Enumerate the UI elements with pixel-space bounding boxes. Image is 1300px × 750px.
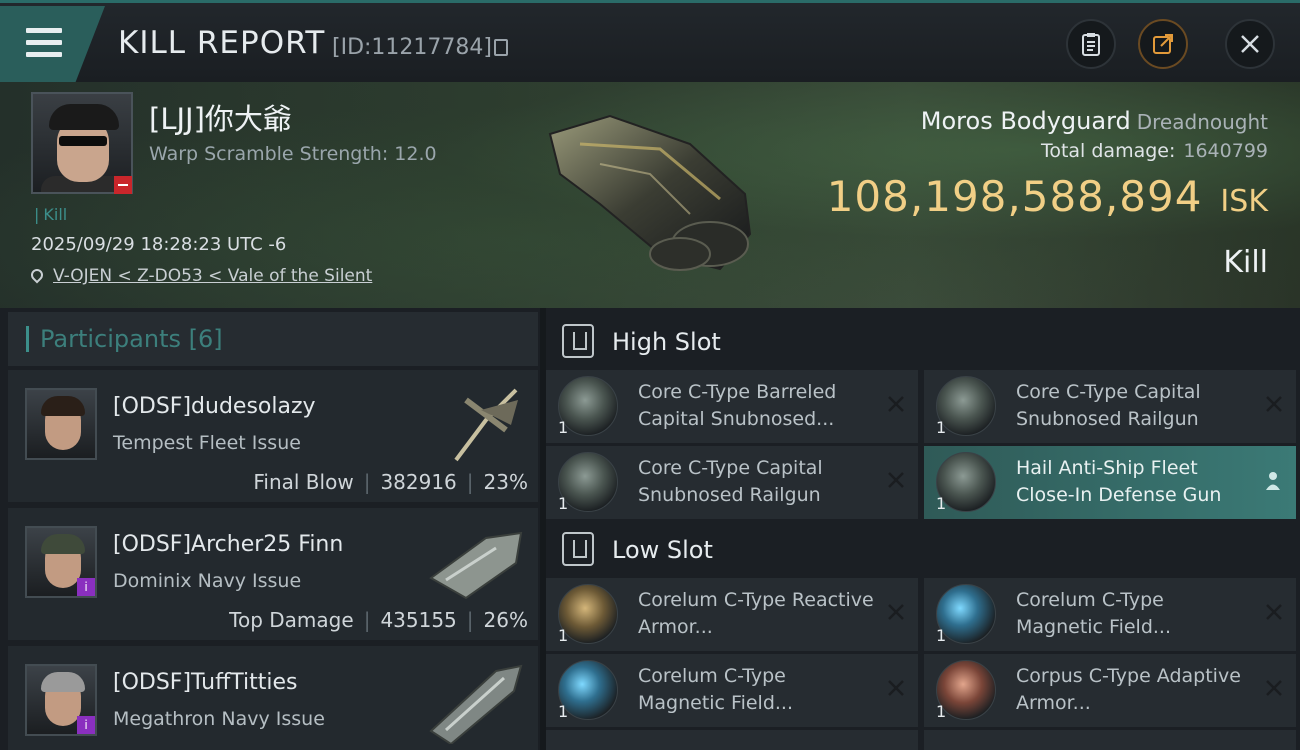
ship-name: Moros Bodyguard [920, 107, 1131, 135]
participant-ship-image [429, 664, 523, 744]
high-slot-header: High Slot [546, 312, 1298, 372]
participant-stats: Final Blow | 382916 | 23% [253, 470, 528, 494]
avatar [25, 388, 97, 460]
warp-scramble-strength: Warp Scramble Strength: 12.0 [149, 143, 437, 165]
module-qty: 1 [936, 702, 947, 721]
clipboard-icon [1082, 33, 1100, 56]
module-qty: 1 [936, 626, 947, 645]
top-bar: KILL REPORT [ID:11217784] [0, 0, 1300, 82]
participant-role: Final Blow [253, 470, 354, 494]
menu-icon [26, 28, 62, 64]
participant-name: [ODSF]TuffTitties [113, 670, 298, 695]
participant-name: [ODSF]dudesolazy [113, 394, 316, 419]
participant-percent: 26% [483, 608, 528, 632]
copy-icon[interactable] [494, 39, 508, 56]
victim-ship-name[interactable]: Moros Bodyguard Dreadnought [921, 107, 1268, 135]
participant-damage: 382916 [380, 470, 457, 494]
close-button[interactable] [1225, 19, 1275, 69]
module-item[interactable]: 1 Core C-Type Capital Snubnosed Railgun [924, 370, 1296, 443]
victim-name[interactable]: [LJJ]你大爺 [149, 96, 292, 138]
module-label: Corelum C-Type Reactive Armor... [638, 589, 874, 638]
isk-amount: 108,198,588,894 [826, 172, 1203, 221]
info-badge: i [77, 716, 95, 734]
kill-datetime: 2025/09/29 18:28:23 UTC -6 [31, 234, 287, 255]
remove-x-icon [888, 396, 904, 412]
module-label: Corpus C-Type Adaptive Armor... [1016, 665, 1241, 714]
module-qty: 1 [558, 702, 569, 721]
participant-damage: 435155 [380, 608, 457, 632]
kill-tag: Kill [34, 205, 67, 224]
participant-ship: Dominix Navy Issue [113, 570, 302, 592]
module-qty: 1 [558, 626, 569, 645]
share-button[interactable] [1138, 19, 1188, 69]
participant-name: [ODSF]Archer25 Finn [113, 532, 344, 557]
total-damage-value: 1640799 [1183, 140, 1268, 162]
remove-x-icon [1266, 396, 1282, 412]
close-icon [1241, 35, 1259, 53]
module-item[interactable]: 1 Core C-Type Barreled Capital Snubnosed… [546, 370, 918, 443]
module-item[interactable]: 1 Corpus C-Type Adaptive Armor... [924, 654, 1296, 727]
remove-x-icon [1266, 680, 1282, 696]
share-icon [1153, 34, 1173, 54]
location-link[interactable]: V-OJEN < Z-DO53 < Vale of the Silent [53, 266, 372, 286]
module-label: Corelum C-Type Magnetic Field... [638, 665, 794, 714]
module-item-highlighted[interactable]: 1 Hail Anti-Ship Fleet Close-In Defense … [924, 446, 1296, 519]
kill-location[interactable]: V-OJEN < Z-DO53 < Vale of the Silent [28, 266, 372, 286]
module-label: Corelum C-Type Magnetic Field... [1016, 589, 1172, 638]
module-qty: 1 [558, 418, 569, 437]
module-label: Core C-Type Capital Snubnosed Railgun [1016, 381, 1201, 430]
remove-x-icon [888, 680, 904, 696]
person-icon [1266, 472, 1280, 490]
module-label: Hail Anti-Ship Fleet Close-In Defense Gu… [1016, 457, 1222, 506]
participant-ship: Megathron Navy Issue [113, 708, 325, 730]
participant-percent: 23% [483, 470, 528, 494]
high-slot-title: High Slot [612, 328, 721, 356]
module-qty: 1 [936, 418, 947, 437]
clipboard-button[interactable] [1066, 19, 1116, 69]
participant-stats: Top Damage | 435155 | 26% [229, 608, 528, 632]
participants-header: Participants [6] [8, 312, 538, 366]
module-item[interactable]: 1 Corelum C-Type Magnetic Field... [546, 654, 918, 727]
module-item[interactable]: 1 Corelum C-Type Magnetic Field... [924, 578, 1296, 651]
report-kind: Kill [1223, 245, 1268, 280]
participant-ship-image [429, 531, 523, 600]
low-slot-header: Low Slot [546, 520, 1298, 580]
module-item-partial[interactable] [546, 730, 918, 750]
isk-unit: ISK [1220, 184, 1268, 219]
total-damage-label: Total damage: [1040, 140, 1176, 162]
module-qty: 1 [558, 494, 569, 513]
module-label: Core C-Type Capital Snubnosed Railgun [638, 457, 823, 506]
high-slot-icon [562, 324, 594, 358]
low-slot-title: Low Slot [612, 536, 713, 564]
participant-row[interactable]: [ODSF]dudesolazy Tempest Fleet Issue Fin… [8, 370, 538, 502]
report-id: [ID:11217784] [332, 35, 492, 60]
module-item[interactable]: 1 Corelum C-Type Reactive Armor... [546, 578, 918, 651]
menu-button[interactable] [0, 6, 105, 82]
low-slot-icon [562, 532, 594, 566]
module-label: Core C-Type Barreled Capital Snubnosed..… [638, 381, 837, 430]
participants-title: Participants [6] [40, 325, 223, 353]
victim-ship-image [548, 114, 752, 271]
participant-ship: Tempest Fleet Issue [113, 432, 301, 454]
module-qty: 1 [936, 494, 947, 513]
participant-row[interactable]: i [ODSF]TuffTitties Megathron Navy Issue [8, 646, 538, 750]
participant-row[interactable]: i [ODSF]Archer25 Finn Dominix Navy Issue… [8, 508, 538, 640]
total-damage: Total damage: 1640799 [1041, 140, 1268, 162]
module-item-partial[interactable] [924, 730, 1296, 750]
module-item[interactable]: 1 Core C-Type Capital Snubnosed Railgun [546, 446, 918, 519]
page-title: KILL REPORT [118, 25, 326, 61]
info-badge: i [77, 578, 95, 596]
ship-class: Dreadnought [1136, 110, 1268, 134]
participant-ship-image [454, 388, 518, 462]
isk-value: 108,198,588,894 ISK [827, 172, 1268, 221]
participant-role: Top Damage [229, 608, 354, 632]
remove-x-icon [888, 472, 904, 488]
remove-x-icon [888, 604, 904, 620]
location-pin-icon [28, 266, 46, 284]
destroyed-badge [114, 176, 132, 194]
remove-x-icon [1266, 604, 1282, 620]
